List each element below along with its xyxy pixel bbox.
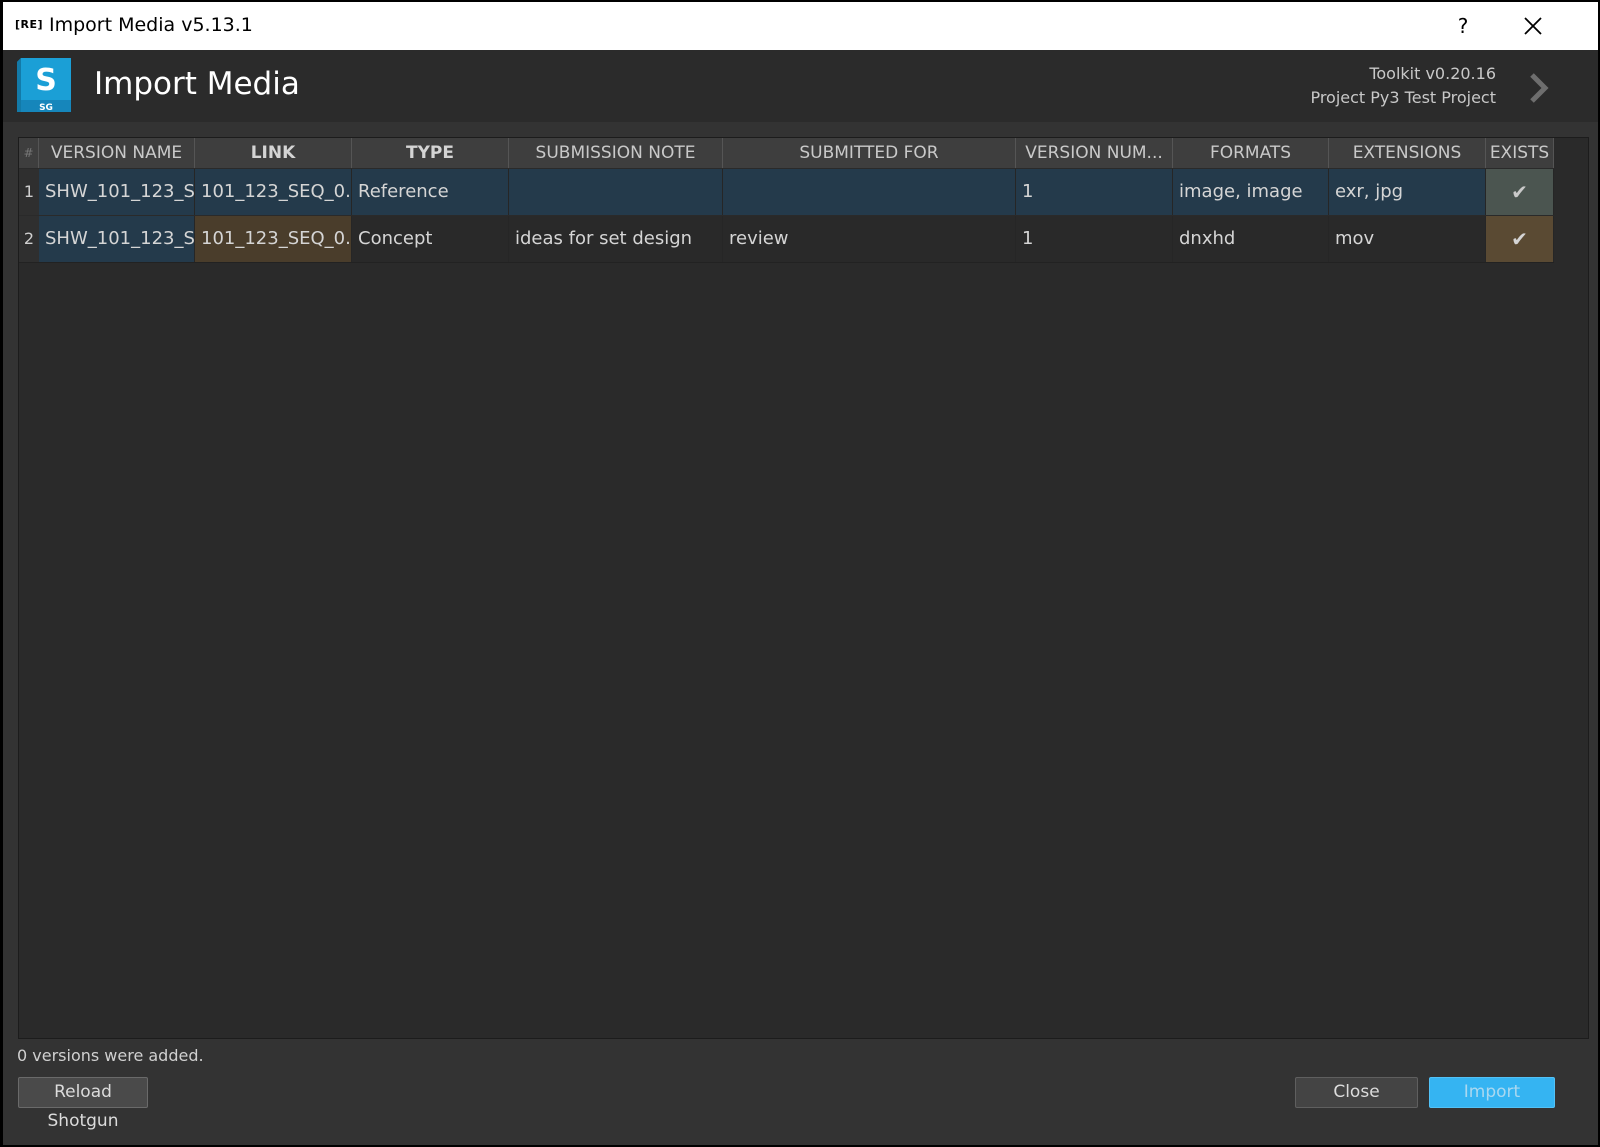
exists-check-icon: ✔ — [1486, 169, 1554, 215]
chevron-right-icon[interactable] — [1528, 72, 1550, 104]
submitted-for-cell[interactable]: review — [723, 216, 1016, 262]
versions-table[interactable]: # VERSION NAME LINK TYPE SUBMISSION NOTE… — [18, 137, 1589, 1039]
version-number-cell[interactable]: 1 — [1016, 216, 1173, 262]
toolkit-version: Toolkit v0.20.16 — [1369, 64, 1496, 83]
column-header-submission-note[interactable]: SUBMISSION NOTE — [509, 138, 723, 168]
column-header-version-number[interactable]: VERSION NUM... — [1016, 138, 1173, 168]
page-title: Import Media — [94, 66, 300, 102]
table-row[interactable]: 2 SHW_101_123_S... 101_123_SEQ_0... Conc… — [19, 216, 1554, 263]
logo-letter: S — [35, 63, 57, 98]
close-icon — [1524, 17, 1542, 35]
window-title: Import Media v5.13.1 — [49, 14, 253, 36]
column-header-exists[interactable]: EXISTS — [1486, 138, 1554, 168]
row-number: 1 — [19, 169, 39, 215]
type-cell[interactable]: Concept — [352, 216, 509, 262]
column-header-link[interactable]: LINK — [195, 138, 352, 168]
version-name-cell[interactable]: SHW_101_123_S... — [39, 169, 195, 215]
close-button[interactable]: Close — [1295, 1077, 1418, 1108]
column-header-submitted-for[interactable]: SUBMITTED FOR — [723, 138, 1016, 168]
import-media-window: [RE] Import Media v5.13.1 ? S SG Import … — [3, 2, 1598, 1145]
toolkit-info: Toolkit v0.20.16 Project Py3 Test Projec… — [1310, 62, 1496, 110]
version-number-cell[interactable]: 1 — [1016, 169, 1173, 215]
logo-sub: SG — [39, 103, 53, 113]
title-bar: [RE] Import Media v5.13.1 ? — [3, 2, 1598, 50]
project-name: Project Py3 Test Project — [1310, 88, 1496, 107]
shotgun-logo-icon: S SG — [17, 58, 71, 113]
link-cell[interactable]: 101_123_SEQ_0... — [195, 216, 352, 262]
corner-header: # — [19, 138, 39, 168]
app-badge: [RE] — [15, 18, 44, 31]
formats-cell[interactable]: dnxhd — [1173, 216, 1329, 262]
link-cell[interactable]: 101_123_SEQ_0... — [195, 169, 352, 215]
extensions-cell[interactable]: mov — [1329, 216, 1486, 262]
column-header-extensions[interactable]: EXTENSIONS — [1329, 138, 1486, 168]
formats-cell[interactable]: image, image — [1173, 169, 1329, 215]
submitted-for-cell[interactable] — [723, 169, 1016, 215]
submission-note-cell[interactable] — [509, 169, 723, 215]
header-banner: S SG Import Media Toolkit v0.20.16 Proje… — [3, 50, 1598, 122]
column-header-formats[interactable]: FORMATS — [1173, 138, 1329, 168]
type-cell[interactable]: Reference — [352, 169, 509, 215]
import-button[interactable]: Import — [1429, 1077, 1555, 1108]
column-header-type[interactable]: TYPE — [352, 138, 509, 168]
row-number: 2 — [19, 216, 39, 262]
column-header-version-name[interactable]: VERSION NAME — [39, 138, 195, 168]
reload-shotgun-button[interactable]: Reload Shotgun — [18, 1077, 148, 1131]
help-button[interactable]: ? — [1443, 10, 1483, 42]
submission-note-cell[interactable]: ideas for set design — [509, 216, 723, 262]
exists-check-icon: ✔ — [1486, 216, 1554, 262]
version-name-cell[interactable]: SHW_101_123_S... — [39, 216, 195, 262]
status-message: 0 versions were added. — [17, 1046, 204, 1065]
table-row[interactable]: 1 SHW_101_123_S... 101_123_SEQ_0... Refe… — [19, 169, 1554, 215]
window-close-button[interactable] — [1513, 10, 1553, 42]
content-area: # VERSION NAME LINK TYPE SUBMISSION NOTE… — [3, 122, 1598, 1145]
extensions-cell[interactable]: exr, jpg — [1329, 169, 1486, 215]
